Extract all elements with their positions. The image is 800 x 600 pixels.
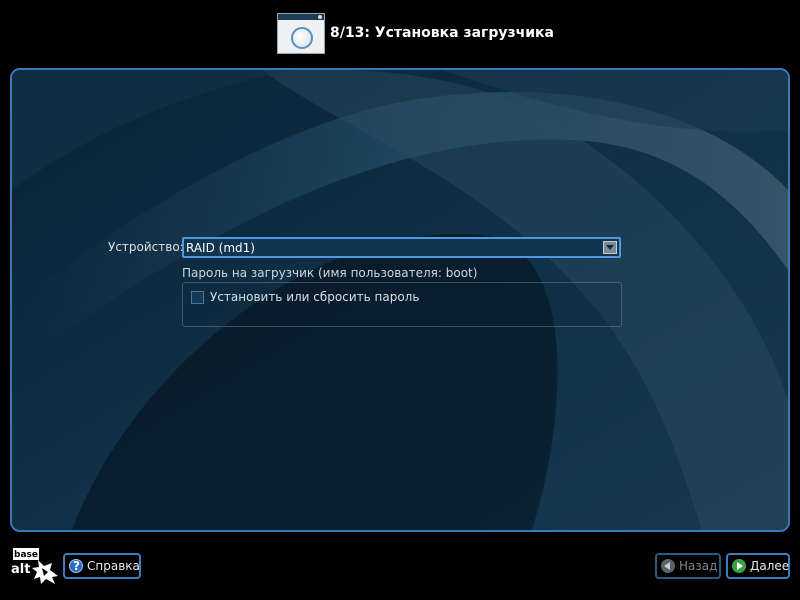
- help-button[interactable]: ? Справка: [63, 553, 141, 579]
- set-password-checkbox[interactable]: [191, 291, 204, 304]
- base-alt-logo: base alt: [11, 548, 58, 584]
- main-panel: Устройство: RAID (md1) Пароль на загрузч…: [10, 68, 790, 532]
- svg-text:alt: alt: [11, 562, 30, 577]
- next-button-label: Далее: [750, 559, 790, 573]
- step-title: 8/13: Установка загрузчика: [330, 25, 554, 41]
- svg-text:base: base: [14, 550, 38, 560]
- password-group: Установить или сбросить пароль: [182, 282, 622, 327]
- help-button-label: Справка: [87, 559, 140, 573]
- password-caption: Пароль на загрузчик (имя пользователя: b…: [182, 266, 478, 280]
- chevron-down-icon[interactable]: [603, 241, 617, 254]
- arrow-left-icon: [661, 559, 675, 573]
- arrow-right-icon: [732, 559, 746, 573]
- installer-window-icon: [277, 13, 325, 54]
- back-button-label: Назад: [679, 559, 718, 573]
- device-label: Устройство:: [108, 240, 184, 254]
- header: 8/13: Установка загрузчика: [0, 0, 800, 62]
- device-select-value: RAID (md1): [186, 241, 255, 255]
- set-password-label[interactable]: Установить или сбросить пароль: [210, 290, 419, 304]
- device-select[interactable]: RAID (md1): [182, 237, 621, 258]
- next-button[interactable]: Далее: [726, 553, 790, 579]
- help-icon: ?: [69, 559, 83, 573]
- back-button[interactable]: Назад: [655, 553, 721, 579]
